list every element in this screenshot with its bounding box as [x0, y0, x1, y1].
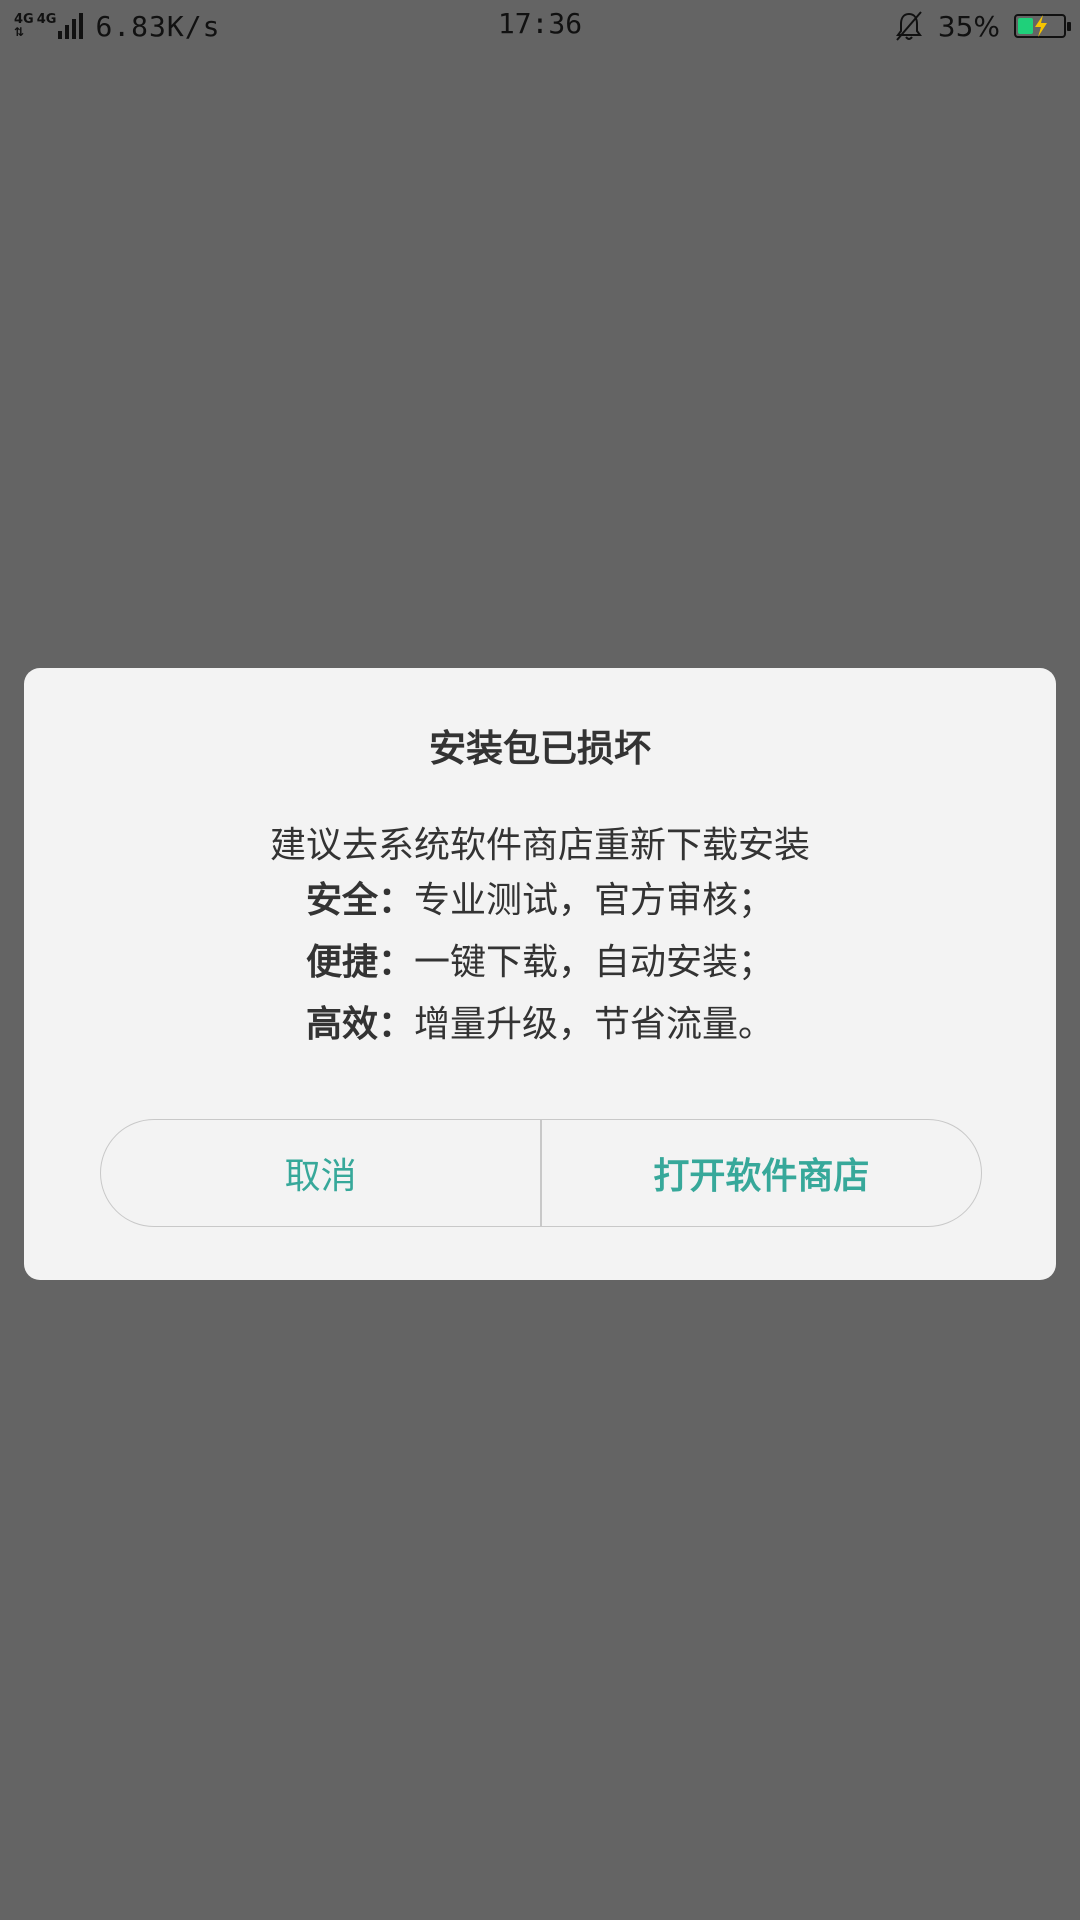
feature-label: 便捷： — [306, 942, 415, 983]
feature-safety: 安全：专业测试，官方审核； — [306, 870, 774, 932]
feature-label: 高效： — [306, 1004, 415, 1045]
charging-bolt-icon — [1035, 15, 1047, 37]
feature-list: 安全：专业测试，官方审核； 便捷：一键下载，自动安装； 高效：增量升级，节省流量… — [306, 870, 774, 1056]
dialog-button-group: 取消 打开软件商店 — [100, 1119, 982, 1227]
feature-efficiency: 高效：增量升级，节省流量。 — [306, 994, 774, 1056]
battery-level — [1018, 18, 1033, 34]
dialog-title: 安装包已损坏 — [429, 727, 651, 770]
cancel-button[interactable]: 取消 — [101, 1120, 540, 1226]
battery-icon — [1014, 14, 1071, 38]
battery-percent: 35% — [937, 9, 1000, 43]
package-damaged-dialog: 安装包已损坏 建议去系统软件商店重新下载安装 安全：专业测试，官方审核； 便捷：… — [24, 668, 1056, 1280]
feature-text: 增量升级，节省流量。 — [414, 1004, 775, 1045]
bell-muted-icon — [895, 11, 922, 41]
feature-text: 一键下载，自动安装； — [414, 942, 775, 983]
feature-convenience: 便捷：一键下载，自动安装； — [306, 932, 774, 994]
open-store-button[interactable]: 打开软件商店 — [542, 1120, 981, 1226]
feature-text: 专业测试，官方审核； — [414, 880, 775, 921]
status-right: 35% — [892, 8, 1071, 44]
status-bar: 4G 4G ⇅ 6.83K/s 17:36 35% — [0, 0, 1080, 52]
feature-label: 安全： — [306, 880, 415, 921]
dialog-subtitle: 建议去系统软件商店重新下载安装 — [269, 825, 810, 866]
